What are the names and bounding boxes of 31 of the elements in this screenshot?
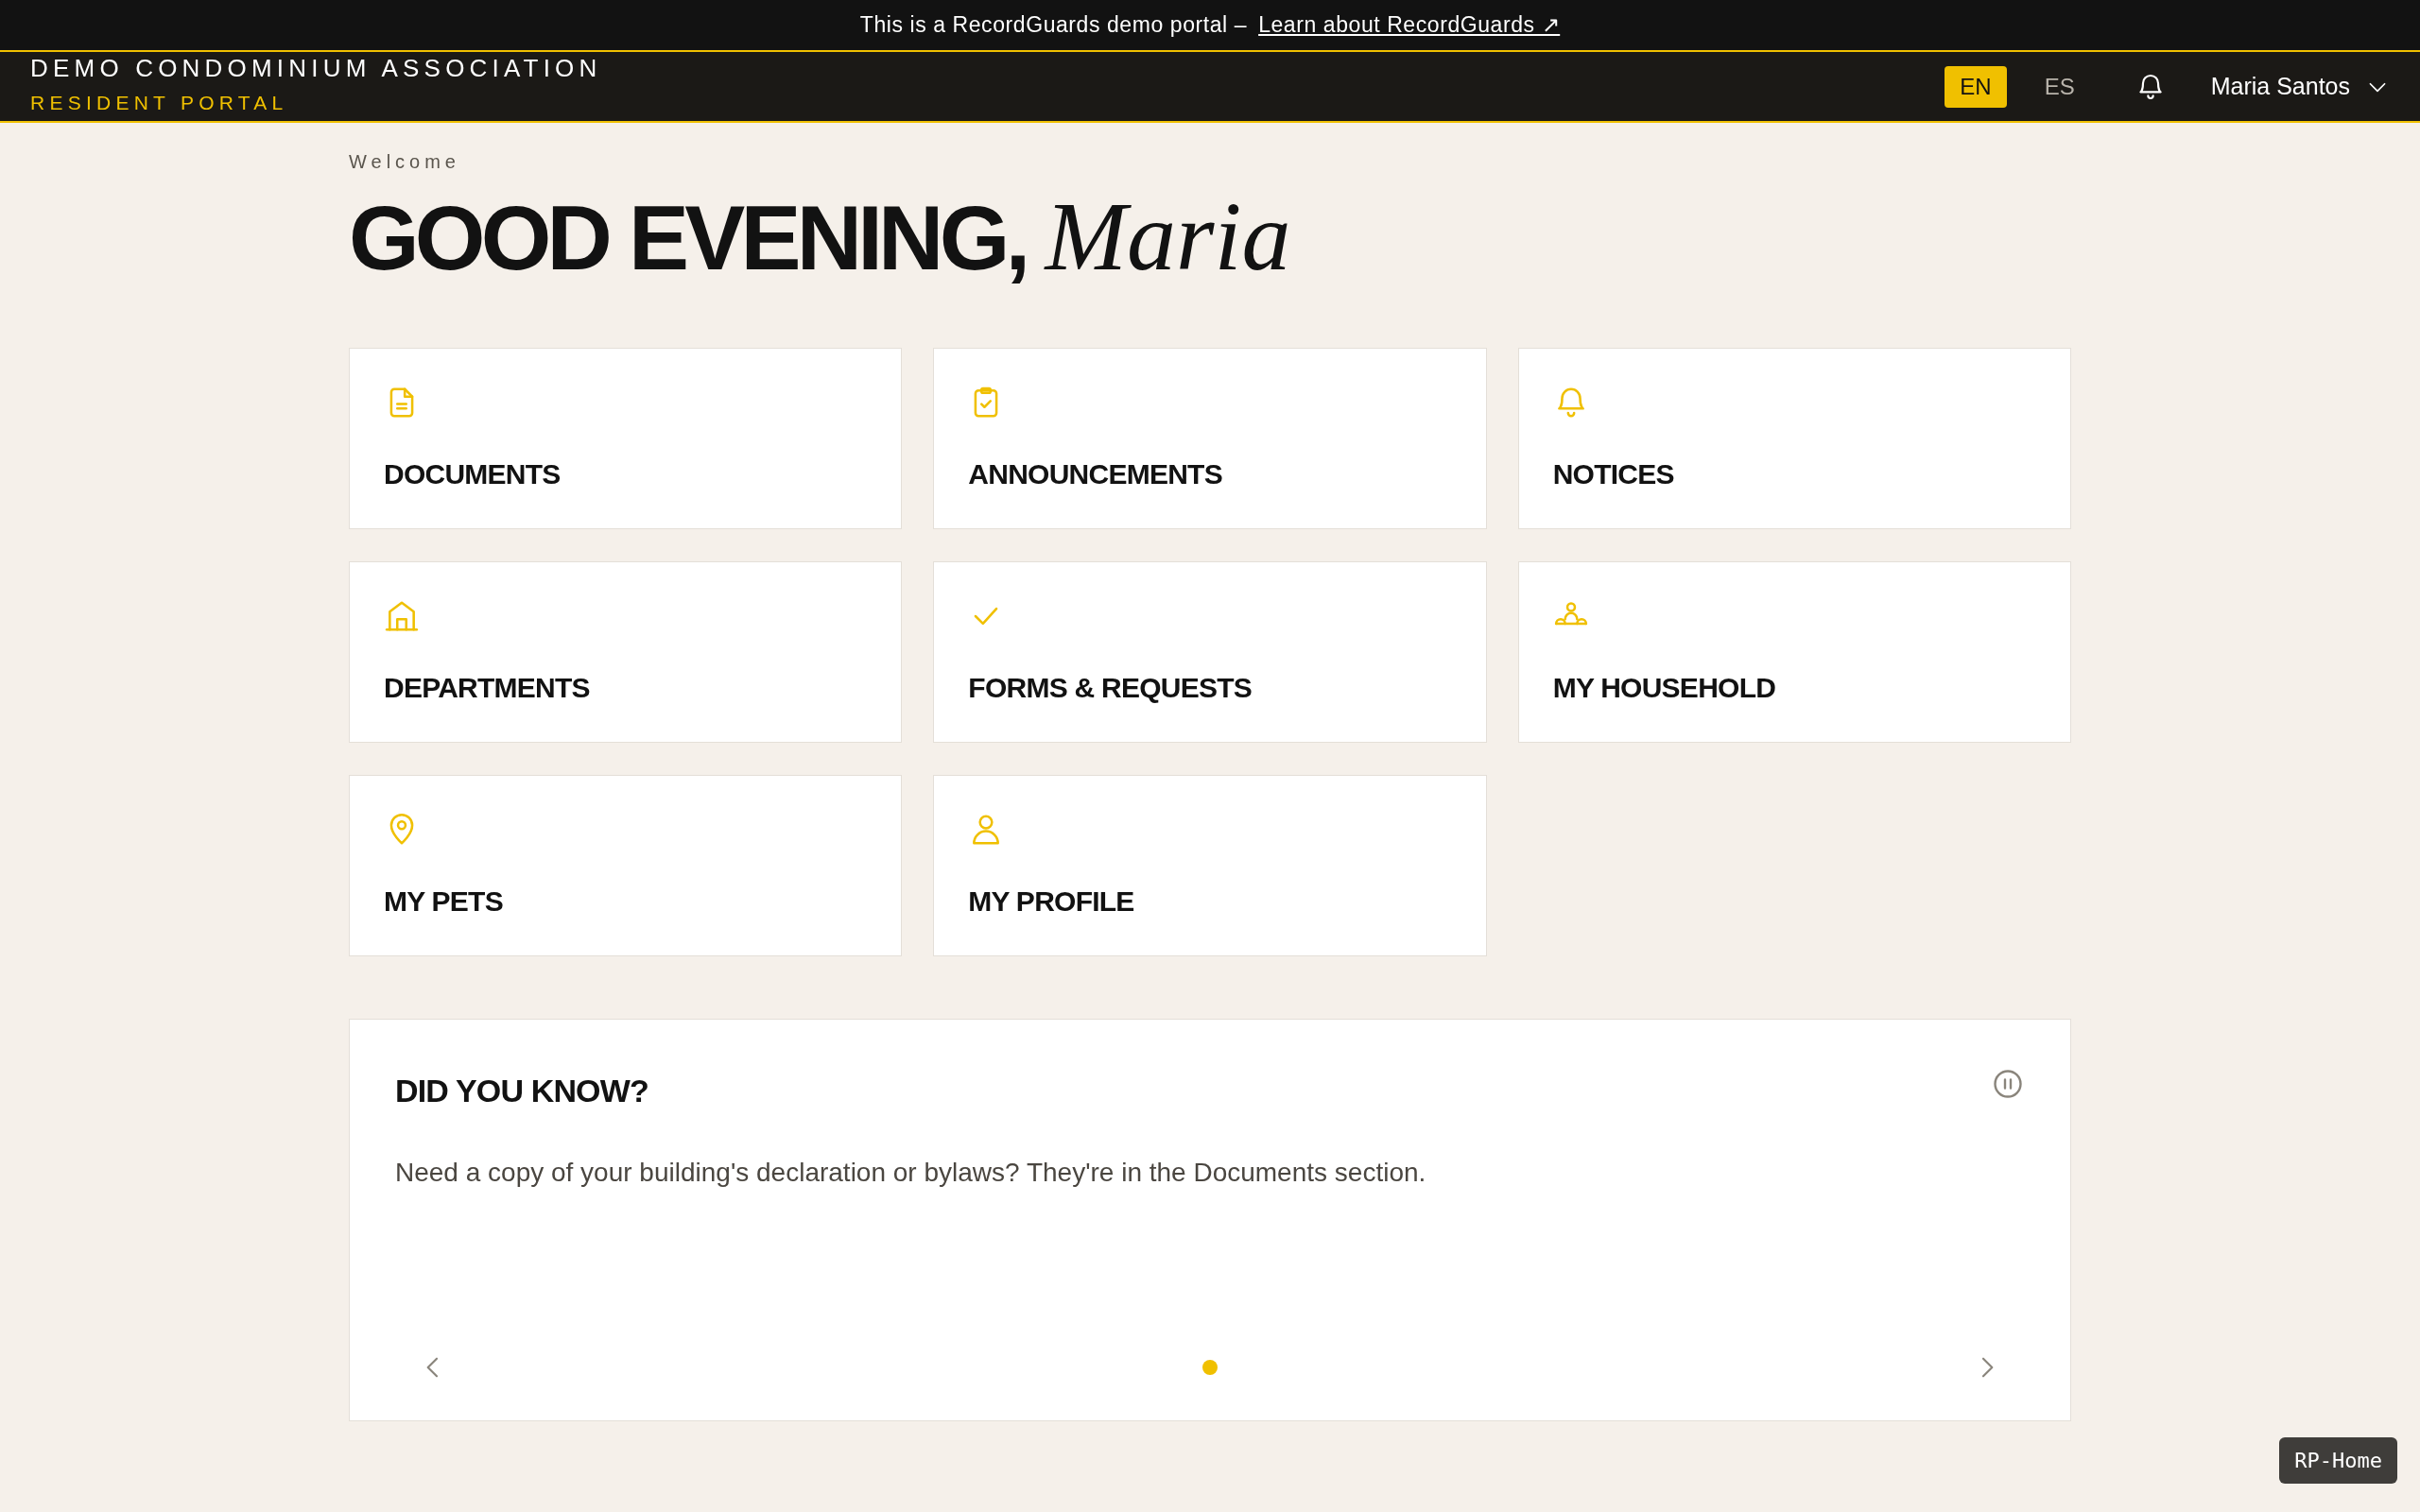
language-option[interactable]: ES	[2029, 65, 2090, 108]
navigation-tile[interactable]: MY PETS	[349, 775, 903, 956]
tile-label: FORMS & REQUESTS	[968, 671, 1253, 705]
pause-icon	[1991, 1067, 2025, 1101]
user-menu[interactable]: Maria Santos	[2210, 68, 2390, 105]
portal-subtitle: RESIDENT PORTAL	[30, 90, 289, 115]
tile-label: MY PETS	[384, 885, 504, 919]
tip-text: Need a copy of your building's declaration or bylaws? They're in the Documents section.	[395, 1157, 1427, 1189]
navigation-tile[interactable]: MY PROFILE	[933, 775, 1487, 956]
navigation-tile[interactable]: MY HOUSEHOLD	[1517, 561, 2071, 743]
welcome-label: Welcome	[349, 150, 461, 174]
page-tag: RP-Home	[2279, 1437, 2397, 1484]
association-name: DEMO CONDOMINIUM ASSOCIATION	[30, 55, 602, 80]
navigation-tile[interactable]: DOCUMENTS	[349, 348, 903, 529]
greeting-heading: GOOD EVENING,	[349, 193, 1027, 284]
tile-label: DEPARTMENTS	[384, 671, 591, 705]
pause-button[interactable]	[1991, 1067, 2025, 1101]
tile-label: MY PROFILE	[968, 885, 1135, 919]
tile-label: NOTICES	[1552, 457, 1675, 491]
navigation-tile[interactable]: FORMS & REQUESTS	[933, 561, 1487, 743]
navigation-tile[interactable]: DEPARTMENTS	[349, 561, 903, 743]
tile-label: DOCUMENTS	[384, 457, 562, 491]
language-option[interactable]: EN	[1945, 65, 2007, 108]
user-name: Maria	[1045, 187, 1291, 285]
banner-text: This is a RecordGuards demo portal –	[859, 11, 1248, 40]
navigation-tile[interactable]: ANNOUNCEMENTS	[933, 348, 1487, 529]
tile-label: MY HOUSEHOLD	[1552, 671, 1777, 705]
learn-more-link[interactable]: Learn about RecordGuards ↗	[1258, 9, 1561, 42]
tip-heading: DID YOU KNOW?	[395, 1072, 648, 1110]
navigation-tile[interactable]: NOTICES	[1517, 348, 2071, 529]
tile-label: ANNOUNCEMENTS	[968, 457, 1223, 491]
